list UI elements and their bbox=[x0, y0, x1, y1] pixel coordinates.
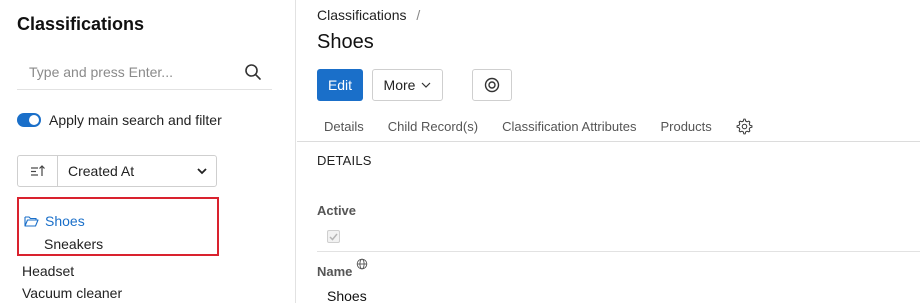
gear-icon bbox=[736, 118, 753, 134]
tree-item-label: Shoes bbox=[45, 213, 85, 229]
apply-filter-toggle-row: Apply main search and filter bbox=[17, 112, 222, 128]
sort-ascending-icon bbox=[30, 165, 45, 176]
translate-globe-icon bbox=[357, 258, 368, 270]
name-label: Name bbox=[317, 258, 368, 279]
search-icon[interactable] bbox=[244, 63, 262, 81]
page-title: Shoes bbox=[317, 31, 374, 53]
tree-item-headset[interactable]: Headset bbox=[22, 263, 74, 279]
toggle-knob bbox=[29, 115, 39, 125]
apply-filter-toggle[interactable] bbox=[17, 113, 41, 127]
target-icon bbox=[484, 77, 500, 93]
more-button-label: More bbox=[383, 77, 416, 93]
name-value: Shoes bbox=[327, 288, 367, 303]
sort-direction-button[interactable] bbox=[18, 156, 58, 186]
target-button[interactable] bbox=[472, 69, 512, 101]
tab-child-records[interactable]: Child Record(s) bbox=[388, 119, 478, 134]
search-input[interactable] bbox=[17, 56, 237, 88]
more-button[interactable]: More bbox=[372, 69, 443, 101]
checkmark-icon bbox=[329, 233, 338, 241]
tree-item-vacuum-cleaner[interactable]: Vacuum cleaner bbox=[22, 285, 122, 301]
sort-field-value: Created At bbox=[68, 163, 135, 179]
tabs-divider bbox=[297, 141, 920, 142]
field-divider bbox=[317, 251, 920, 252]
tree-item-shoes[interactable]: Shoes bbox=[24, 213, 85, 229]
sidebar: Classifications Apply main search and fi… bbox=[0, 0, 296, 303]
tabs: Details Child Record(s) Classification A… bbox=[317, 116, 777, 136]
breadcrumb-separator: / bbox=[416, 7, 421, 23]
tree-item-sneakers[interactable]: Sneakers bbox=[44, 236, 103, 252]
chevron-down-icon bbox=[422, 82, 431, 88]
tab-settings[interactable] bbox=[736, 118, 753, 135]
active-checkbox bbox=[327, 230, 340, 243]
sort-control: Created At bbox=[17, 155, 217, 187]
edit-button[interactable]: Edit bbox=[317, 69, 363, 101]
folder-open-icon bbox=[24, 216, 39, 227]
tab-details[interactable]: Details bbox=[324, 119, 364, 134]
name-label-text: Name bbox=[317, 264, 353, 279]
apply-filter-label: Apply main search and filter bbox=[49, 112, 222, 128]
tab-classification-attributes[interactable]: Classification Attributes bbox=[502, 119, 636, 134]
breadcrumb: Classifications / bbox=[317, 7, 420, 23]
active-label: Active bbox=[317, 203, 357, 218]
breadcrumb-root[interactable]: Classifications bbox=[317, 7, 406, 23]
main-panel: Classifications / Shoes Edit More Detail… bbox=[297, 0, 920, 303]
chevron-down-icon bbox=[197, 168, 207, 175]
sidebar-title: Classifications bbox=[17, 14, 145, 34]
section-title: DETAILS bbox=[317, 153, 372, 168]
search-box bbox=[17, 56, 272, 90]
sort-field-select[interactable]: Created At bbox=[58, 156, 216, 186]
tab-products[interactable]: Products bbox=[660, 119, 711, 134]
